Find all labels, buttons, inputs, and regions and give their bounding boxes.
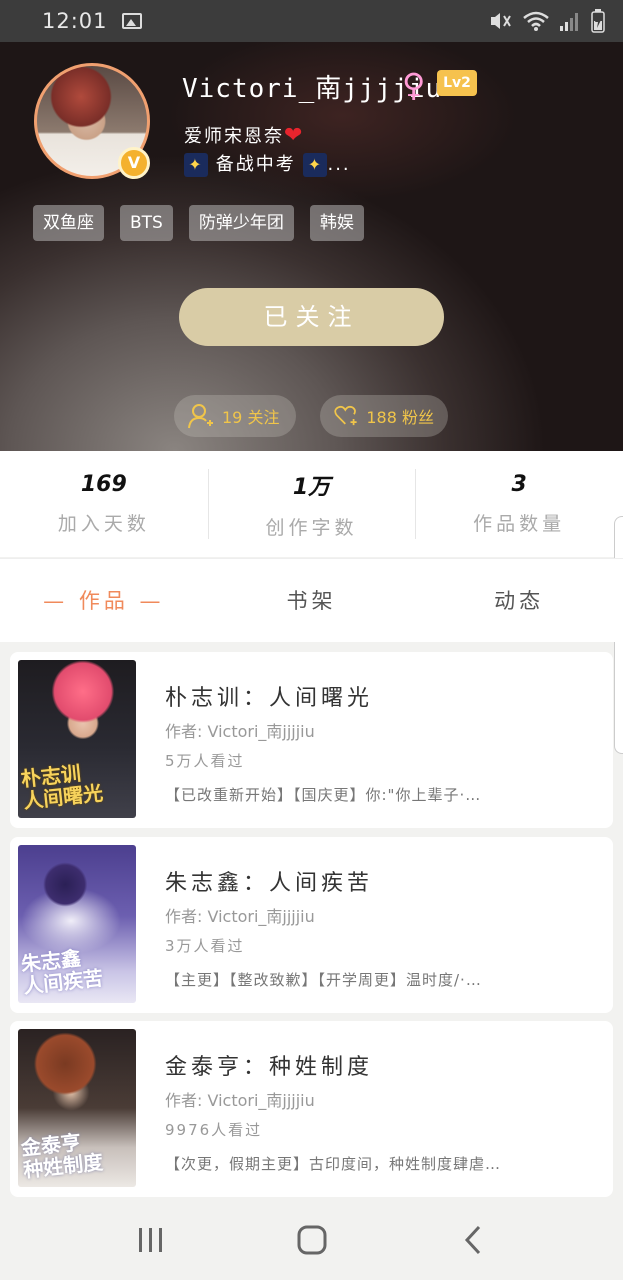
work-views: 5万人看过 — [165, 752, 245, 770]
signal-icon — [560, 13, 578, 31]
cover-title: 金泰亨 种姓制度 — [19, 1130, 105, 1183]
stat-work-count: 3 作品数量 — [415, 451, 623, 557]
tab-activity[interactable]: 动态 — [415, 559, 623, 642]
tag-item[interactable]: 防弹少年团 — [188, 205, 294, 241]
work-views: 9976人看过 — [165, 1121, 263, 1139]
stat-value: 169 — [80, 472, 127, 497]
following-count: 19 关注 — [222, 408, 280, 427]
recent-apps-button[interactable] — [121, 1210, 181, 1270]
female-icon: ♀ — [402, 66, 426, 104]
image-icon — [121, 13, 142, 29]
stat-word-count: 1万 创作字数 — [207, 451, 416, 557]
work-author: 作者: Victori_南jjjjiu — [165, 722, 315, 741]
bio-ellipsis: ... — [327, 154, 351, 175]
level-badge: Lv2 — [437, 70, 477, 96]
system-nav-bar — [0, 1200, 623, 1280]
following-button[interactable]: 19 关注 — [174, 395, 296, 437]
home-icon — [297, 1225, 326, 1255]
work-cover-image: 朴志训 人间曙光 — [18, 660, 136, 818]
stat-value: 1万 — [292, 474, 331, 500]
work-title: 金泰亨：种姓制度 — [165, 1055, 374, 1080]
sparkle-icon: ✦ — [303, 153, 328, 177]
work-card[interactable]: 朴志训 人间曙光 朴志训：人间曙光 作者: Victori_南jjjjiu 5万人… — [10, 652, 613, 828]
tab-works[interactable]: — 作品 — — [0, 559, 208, 642]
battery-icon — [591, 9, 605, 33]
recent-apps-icon — [138, 1228, 162, 1252]
work-cover-image: 金泰亨 种姓制度 — [18, 1029, 136, 1187]
profile-header: V Victori_南jjjjiu ♀ Lv2 爱师宋恩奈❤ ✦ 备战中考 ✦.… — [0, 42, 623, 451]
stat-label: 作品数量 — [473, 513, 566, 535]
wifi-icon — [523, 11, 549, 31]
stats-row: 169 加入天数 1万 创作字数 3 作品数量 — [0, 451, 623, 557]
tab-bookshelf[interactable]: 书架 — [208, 559, 416, 642]
work-description: 【主更】【整改致歉】【开学周更】温时度/·… — [165, 971, 482, 989]
fans-button[interactable]: 188 粉丝 — [320, 395, 448, 437]
bio-text-2: 备战中考 — [215, 154, 296, 175]
verified-badge-icon: V — [118, 147, 150, 179]
status-time: 12:01 — [42, 9, 108, 33]
sparkle-icon: ✦ — [184, 153, 208, 177]
mute-icon — [491, 13, 511, 29]
back-button[interactable] — [443, 1210, 503, 1270]
work-views: 3万人看过 — [165, 937, 245, 955]
bio-line-1: 爱师宋恩奈❤ — [184, 122, 304, 148]
follow-button[interactable]: 已关注 — [179, 288, 444, 346]
work-title: 朴志训：人间曙光 — [165, 686, 374, 711]
home-button[interactable] — [282, 1210, 342, 1270]
stat-days-joined: 169 加入天数 — [0, 451, 208, 557]
cover-title: 朴志训 人间曙光 — [19, 761, 105, 814]
back-icon — [464, 1225, 480, 1255]
work-author: 作者: Victori_南jjjjiu — [165, 907, 315, 926]
tag-item[interactable]: BTS — [120, 205, 173, 241]
work-description: 【次更，假期主更】古印度间，种姓制度肆虐… — [165, 1155, 502, 1173]
tag-item[interactable]: 韩娱 — [309, 205, 364, 241]
tag-list: 双鱼座 BTS 防弹少年团 韩娱 — [33, 205, 364, 241]
work-cover-image: 朱志鑫 人间疾苦 — [18, 845, 136, 1003]
user-add-icon — [188, 404, 213, 429]
cover-title: 朱志鑫 人间疾苦 — [19, 946, 105, 999]
stat-value: 3 — [511, 472, 527, 497]
bio-text-1: 爱师宋恩奈 — [184, 126, 284, 147]
work-card[interactable]: 金泰亨 种姓制度 金泰亨：种姓制度 作者: Victori_南jjjjiu 997… — [10, 1021, 613, 1197]
status-icons — [489, 9, 605, 33]
fans-count: 188 粉丝 — [366, 408, 434, 427]
stat-label: 创作字数 — [265, 516, 358, 539]
bio-line-2: ✦ 备战中考 ✦... — [184, 150, 351, 177]
heart-icon: ❤ — [284, 123, 305, 148]
work-card[interactable]: 朱志鑫 人间疾苦 朱志鑫：人间疾苦 作者: Victori_南jjjjiu 3万人… — [10, 837, 613, 1013]
tab-bar: — 作品 — 书架 动态 — [0, 558, 623, 642]
tag-item[interactable]: 双鱼座 — [33, 205, 104, 241]
work-description: 【已改重新开始】【国庆更】你:"你上辈子·… — [165, 786, 482, 804]
work-author: 作者: Victori_南jjjjiu — [165, 1091, 315, 1110]
stat-label: 加入天数 — [57, 513, 150, 535]
status-bar: 12:01 — [0, 0, 623, 42]
work-title: 朱志鑫：人间疾苦 — [165, 871, 374, 896]
heart-add-icon — [334, 405, 357, 426]
